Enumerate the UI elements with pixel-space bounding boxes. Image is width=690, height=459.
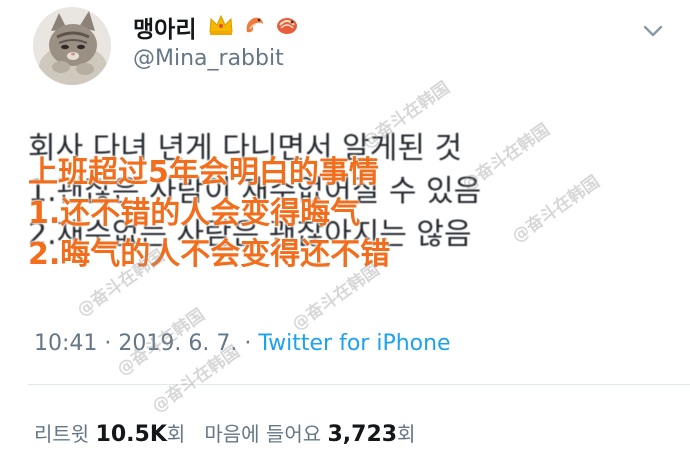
overlay-line: 2.晦气的人不会变得还不错 (28, 237, 391, 272)
display-name[interactable]: 맹아리 (133, 10, 196, 44)
shrimp-icon (274, 13, 300, 41)
tweet-stats: 리트윗 10.5K회 마음에 들어요 3,723회 (34, 418, 416, 447)
avatar[interactable] (33, 7, 111, 85)
crown-icon (208, 14, 234, 40)
name-row: 맹아리 (133, 10, 300, 44)
overlay-line: 1.还不错的人会变得晦气 (28, 196, 361, 231)
divider (28, 384, 690, 385)
retweets-label[interactable]: 리트윗 (34, 422, 89, 446)
watermark: @奋斗在韩国 (508, 172, 604, 247)
tweet-date: 2019. 6. 7. (118, 331, 238, 356)
tweet-source-link[interactable]: Twitter for iPhone (258, 331, 450, 356)
overlay-line: 上班超过5年会明白的事情 (28, 155, 379, 190)
retweets-count[interactable]: 10.5K (96, 422, 167, 447)
retweets-suffix: 회 (166, 422, 186, 446)
meta-separator: · (244, 331, 252, 356)
tweet-card: 맹아리 @Mina_rabbit 회사 다녀 년게 다니면서 알게된 것 1.괜… (0, 0, 690, 459)
translation-overlay: 上班超过5年会明白的事情 1.还不错的人会变得晦气 2.晦气的人不会变得还不错 (28, 152, 390, 275)
meta-separator: · (104, 331, 112, 356)
tweet-time: 10:41 (34, 331, 98, 356)
tweet-timestamp[interactable]: 10:41 · 2019. 6. 7. · Twitter for iPhone (34, 331, 451, 356)
user-handle[interactable]: @Mina_rabbit (133, 46, 284, 71)
chevron-down-icon[interactable] (640, 22, 666, 40)
likes-suffix: 회 (397, 422, 416, 446)
shrimp-icon (242, 13, 266, 41)
likes-label[interactable]: 마음에 들어요 (204, 422, 321, 446)
likes-count[interactable]: 3,723 (328, 422, 398, 447)
